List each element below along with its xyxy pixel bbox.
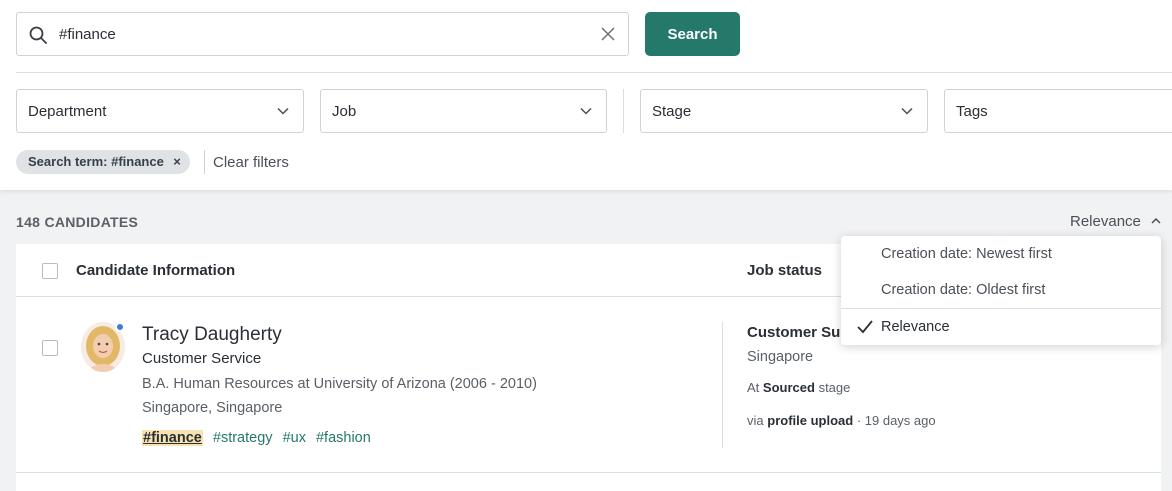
- candidate-location: Singapore, Singapore: [142, 400, 283, 416]
- department-select[interactable]: Department: [16, 89, 304, 133]
- chip-separator: [204, 150, 205, 174]
- clear-filters-link[interactable]: Clear filters: [213, 154, 289, 171]
- select-all-checkbox[interactable]: [42, 263, 58, 279]
- stage-select-label: Stage: [652, 103, 692, 120]
- tags-select-label: Tags: [956, 103, 988, 120]
- job-select-label: Job: [332, 103, 357, 120]
- divider: [16, 72, 1172, 73]
- filter-separator: [623, 89, 624, 133]
- stage-suffix: stage: [818, 380, 851, 395]
- candidate-count: 148 CANDIDATES: [16, 214, 139, 230]
- tag-strategy[interactable]: #strategy: [213, 430, 273, 446]
- remove-chip-icon[interactable]: ×: [173, 150, 181, 174]
- row-divider: [722, 322, 723, 448]
- column-header-candidate-info: Candidate Information: [76, 262, 236, 279]
- filter-panel: Search Department Job Stage Tags Search …: [0, 0, 1172, 190]
- row-checkbox[interactable]: [42, 340, 58, 356]
- sort-toggle[interactable]: Relevance: [1070, 213, 1161, 230]
- search-icon: [29, 26, 47, 44]
- search-button[interactable]: Search: [645, 12, 740, 56]
- search-box[interactable]: [16, 12, 629, 56]
- clear-search-icon[interactable]: [600, 26, 616, 42]
- sort-dropdown-menu: Creation date: Newest first Creation dat…: [841, 236, 1161, 345]
- candidate-tags: #finance #strategy #ux #fashion: [142, 430, 377, 446]
- sort-option-oldest[interactable]: Creation date: Oldest first: [881, 282, 1045, 298]
- stage-prefix: At: [747, 380, 760, 395]
- search-input[interactable]: [59, 13, 589, 55]
- presence-indicator: [115, 322, 125, 332]
- job-stage: At Sourced stage: [747, 380, 850, 395]
- candidate-role: Customer Service: [142, 350, 262, 367]
- job-title[interactable]: Customer Support: [747, 324, 842, 341]
- search-term-chip: Search term: #finance ×: [16, 150, 190, 174]
- tags-select[interactable]: Tags: [944, 89, 1172, 133]
- job-location: Singapore: [747, 349, 814, 365]
- column-header-job-status: Job status: [747, 262, 823, 279]
- candidate-education: B.A. Human Resources at University of Ar…: [142, 376, 537, 392]
- tag-finance[interactable]: #finance: [142, 430, 203, 446]
- dropdown-divider: [841, 308, 1161, 309]
- stage-select[interactable]: Stage: [640, 89, 928, 133]
- source-prefix: via: [747, 413, 764, 428]
- sort-option-newest[interactable]: Creation date: Newest first: [881, 246, 1052, 262]
- tag-ux[interactable]: #ux: [283, 430, 306, 446]
- candidate-name[interactable]: Tracy Daugherty: [142, 324, 282, 346]
- stage-name: Sourced: [762, 380, 815, 395]
- chevron-down-icon: [580, 107, 592, 115]
- chip-label: Search term: #finance: [28, 154, 164, 169]
- sort-option-relevance[interactable]: Relevance: [881, 319, 950, 335]
- job-source: via profile upload · 19 days ago: [747, 413, 936, 428]
- chevron-down-icon: [277, 107, 289, 115]
- sort-label: Relevance: [1070, 213, 1141, 230]
- chevron-up-icon: [1151, 217, 1161, 224]
- source-name: profile upload: [767, 413, 854, 428]
- tag-fashion[interactable]: #fashion: [316, 430, 371, 446]
- source-time: · 19 days ago: [856, 413, 936, 428]
- job-select[interactable]: Job: [320, 89, 607, 133]
- chevron-down-icon: [901, 107, 913, 115]
- department-select-label: Department: [28, 103, 107, 120]
- check-icon: [857, 320, 873, 334]
